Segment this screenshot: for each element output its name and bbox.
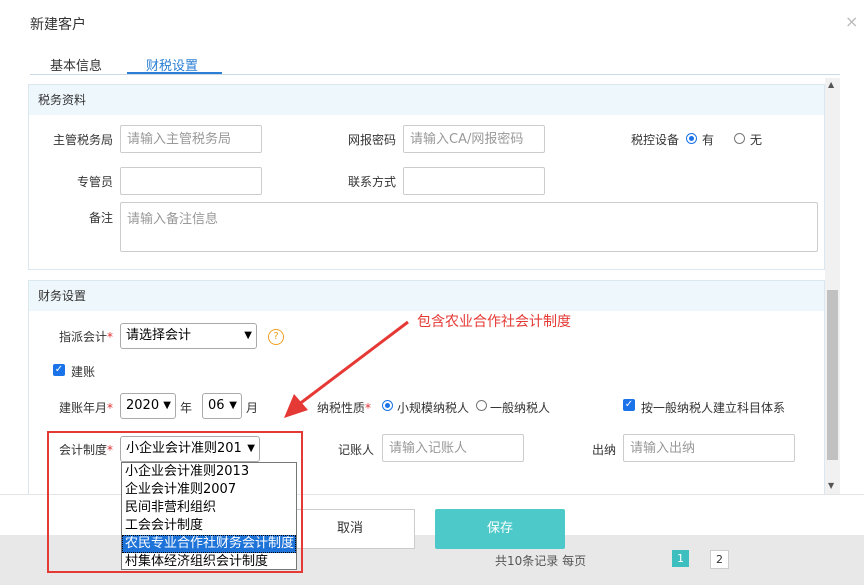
form-scrollbar[interactable]: ▲ ▼	[825, 78, 840, 494]
scroll-up-icon[interactable]: ▲	[828, 80, 834, 89]
annotation-highlight-box	[47, 431, 303, 573]
tax-bureau-input[interactable]	[120, 125, 262, 153]
month-value: 06	[208, 398, 225, 413]
officer-input[interactable]	[120, 167, 262, 195]
annotation-text: 包含农业合作社会计制度	[417, 314, 571, 330]
chevron-down-icon: ▼	[163, 400, 171, 411]
finance-section-header: 财务设置	[29, 281, 824, 311]
chevron-down-icon: ▼	[244, 330, 252, 341]
month-unit: 月	[246, 401, 259, 415]
general-subject-checkbox[interactable]: ✓	[623, 399, 635, 411]
close-icon[interactable]: ×	[845, 12, 858, 31]
tax-device-yes-radio[interactable]	[686, 133, 697, 144]
tabs-divider	[30, 74, 840, 75]
assign-accountant-value: 请选择会计	[126, 328, 192, 343]
cancel-button[interactable]: 取消	[285, 509, 415, 549]
assign-accountant-select[interactable]: 请选择会计 ▼	[120, 323, 257, 349]
build-date-text: 建账年月	[58, 401, 107, 415]
remark-label: 备注	[88, 211, 113, 225]
assign-accountant-label: 指派会计*	[58, 330, 113, 344]
taxpayer-small-radio[interactable]	[382, 400, 393, 411]
contact-input[interactable]	[403, 167, 545, 195]
officer-label: 专管员	[76, 175, 113, 189]
year-select[interactable]: 2020 ▼	[120, 393, 176, 419]
background-text: 共10条记录 每页	[495, 554, 587, 568]
build-account-checkbox[interactable]: ✓	[53, 364, 65, 376]
scrollbar-thumb[interactable]	[827, 290, 838, 460]
bookkeeper-input[interactable]	[382, 434, 524, 462]
pager-page-2[interactable]: 2	[710, 550, 729, 569]
tab-basic-info[interactable]: 基本信息	[50, 55, 102, 74]
pager-page-1[interactable]: 1	[672, 550, 689, 567]
tax-bureau-label: 主管税务局	[52, 133, 113, 147]
help-icon[interactable]: ?	[268, 329, 284, 345]
scroll-down-icon[interactable]: ▼	[828, 481, 834, 490]
taxpayer-small-label: 小规模纳税人	[397, 401, 470, 415]
chevron-down-icon: ▼	[229, 400, 237, 411]
tax-device-label: 税控设备	[630, 133, 679, 147]
tax-device-no-radio[interactable]	[734, 133, 745, 144]
month-select[interactable]: 06 ▼	[202, 393, 242, 419]
remark-textarea[interactable]	[120, 202, 818, 252]
dialog-title: 新建客户	[30, 17, 86, 33]
taxpayer-type-text: 纳税性质	[316, 401, 365, 415]
taxpayer-general-radio[interactable]	[476, 400, 487, 411]
tax-section-header: 税务资料	[29, 85, 824, 115]
bookkeeper-label: 记账人	[337, 443, 374, 457]
build-account-label: 建账	[71, 365, 96, 379]
contact-label: 联系方式	[347, 175, 396, 189]
year-unit: 年	[180, 401, 193, 415]
online-password-label: 网报密码	[347, 133, 396, 147]
cashier-label: 出纳	[591, 443, 616, 457]
tax-device-yes-label: 有	[702, 133, 715, 147]
save-button[interactable]: 保存	[435, 509, 565, 549]
assign-accountant-text: 指派会计	[58, 330, 107, 344]
taxpayer-general-label: 一般纳税人	[490, 401, 551, 415]
tax-device-no-label: 无	[750, 133, 763, 147]
general-subject-label: 按一般纳税人建立科目体系	[641, 401, 786, 415]
build-date-label: 建账年月*	[58, 401, 113, 415]
year-value: 2020	[126, 398, 160, 413]
online-password-input[interactable]	[403, 125, 545, 153]
cashier-input[interactable]	[623, 434, 795, 462]
taxpayer-type-label: 纳税性质*	[316, 401, 371, 415]
